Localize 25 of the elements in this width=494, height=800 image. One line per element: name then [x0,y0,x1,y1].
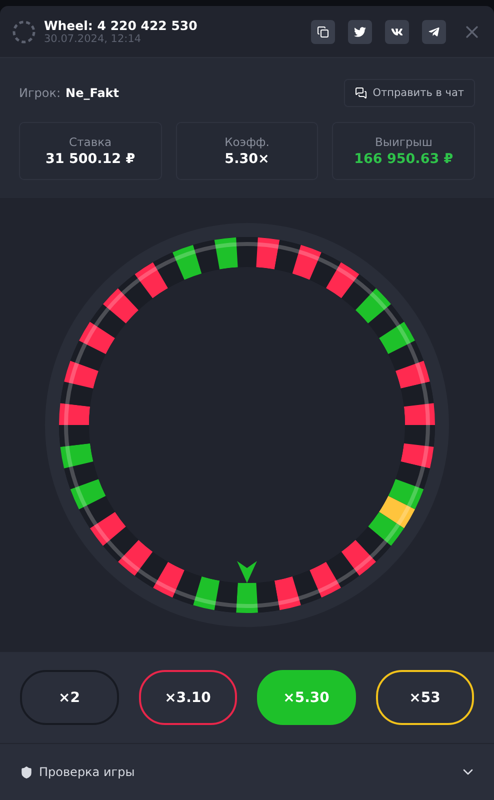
game-date: 30.07.2024, 12:14 [44,33,142,45]
multiplier-button[interactable]: ×2 [20,670,118,725]
stat-value: 166 950.63 ₽ [354,151,454,167]
chat-icon [354,87,367,99]
telegram-button[interactable] [422,20,446,44]
stat-value: 5.30× [224,151,270,167]
copy-icon [317,26,329,38]
game-title: Wheel: 4 220 422 530 [44,18,198,33]
twitter-button[interactable] [348,20,372,44]
send-to-chat-button[interactable]: Отправить в чат [344,79,475,107]
bird-icon [354,26,366,38]
stat-label: Выигрыш [374,135,432,149]
shield-icon [20,766,33,778]
stat-label: Коэфф. [224,135,270,149]
vk-icon [391,26,403,38]
player-label: Игрок: [19,86,61,100]
spinner-icon [12,20,36,44]
multiplier-button[interactable]: ×3.10 [138,670,237,725]
stat-label: Ставка [69,135,112,149]
stat-value: 31 500.12 ₽ [45,151,136,167]
paper-plane-icon [428,26,440,38]
multiplier-button[interactable]: ×53 [376,670,474,725]
player-name: Ne_Fakt [66,86,120,100]
copy-button[interactable] [311,20,335,44]
vk-button[interactable] [385,20,409,44]
